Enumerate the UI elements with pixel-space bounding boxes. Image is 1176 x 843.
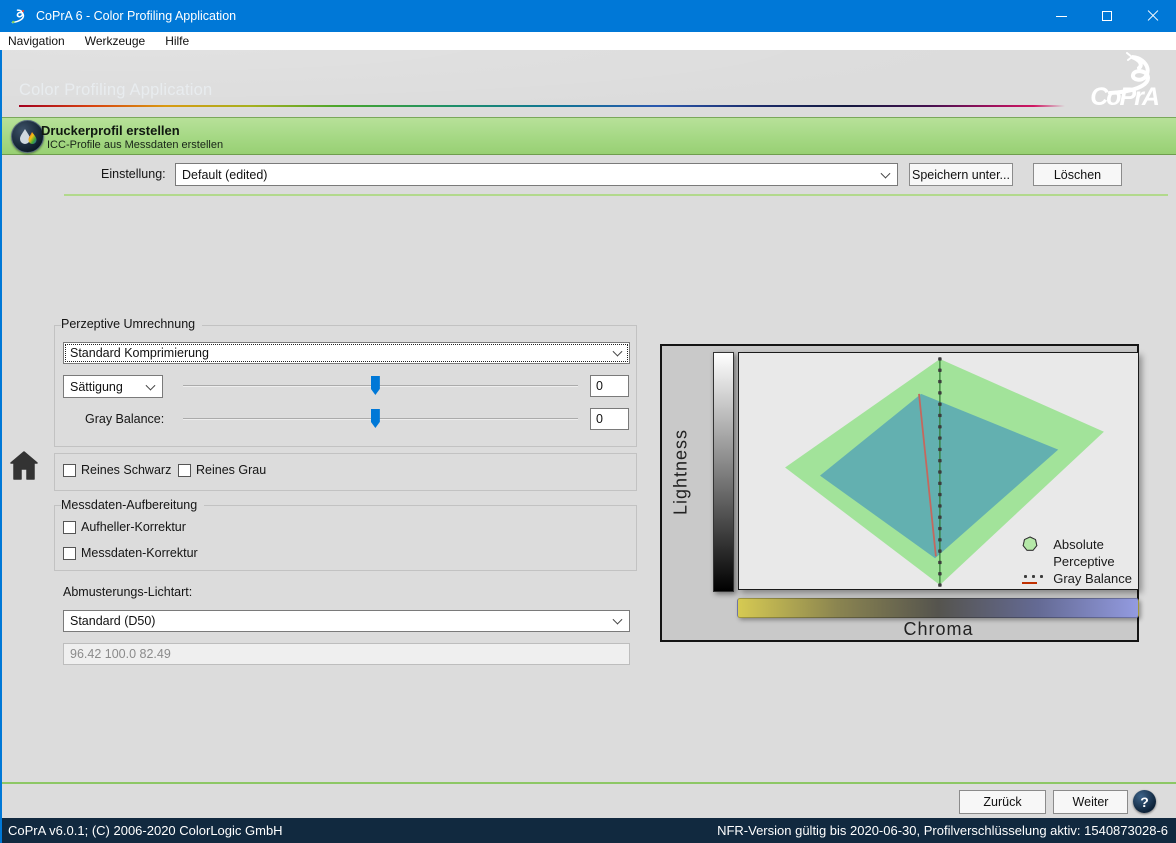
footer-divider — [0, 782, 1176, 784]
measurement-groupbox — [54, 505, 637, 571]
gray-balance-value-input[interactable]: 0 — [590, 408, 629, 430]
settings-label: Einstellung: — [101, 167, 166, 181]
menu-bar: Navigation Werkzeuge Hilfe — [0, 32, 1176, 50]
pure-gray-checkrow: Reines Grau — [178, 463, 266, 477]
window-edge — [0, 50, 2, 843]
save-as-button[interactable]: Speichern unter... — [909, 163, 1013, 186]
status-left: CoPrA v6.0.1; (C) 2006-2020 ColorLogic G… — [8, 823, 283, 838]
legend-row-absolute: Absolute — [1022, 536, 1132, 552]
settings-combo-value: Default (edited) — [182, 168, 267, 182]
saturation-value-input[interactable]: 0 — [590, 375, 629, 397]
measurement-section-title: Messdaten-Aufbereitung — [61, 498, 204, 512]
gray-balance-slider[interactable] — [183, 409, 578, 429]
app-icon — [9, 8, 26, 25]
close-button[interactable] — [1130, 0, 1176, 32]
legend-gray-balance-label: Gray Balance — [1053, 571, 1132, 586]
title-bar: CoPrA 6 - Color Profiling Application — [0, 0, 1176, 32]
saturation-combo-value: Sättigung — [70, 380, 123, 394]
status-right: NFR-Version gültig bis 2020-06-30, Profi… — [717, 823, 1168, 838]
copra-logo-text: CoPrA — [1090, 83, 1158, 112]
pure-black-label: Reines Schwarz — [81, 463, 171, 477]
delete-button[interactable]: Löschen — [1033, 163, 1122, 186]
legend-absolute-label: Absolute — [1053, 537, 1104, 552]
window-title: CoPrA 6 - Color Profiling Application — [36, 9, 236, 23]
status-bar: CoPrA v6.0.1; (C) 2006-2020 ColorLogic G… — [0, 818, 1176, 843]
menu-item-werkzeuge[interactable]: Werkzeuge — [75, 32, 155, 50]
maximize-icon — [1102, 11, 1112, 21]
illuminant-combo-value: Standard (D50) — [70, 614, 155, 628]
gray-balance-slider-thumb[interactable] — [371, 409, 380, 428]
brightener-checkrow: Aufheller-Korrektur — [63, 520, 186, 534]
next-button[interactable]: Weiter — [1053, 790, 1128, 814]
gray-balance-slider-track — [183, 418, 578, 420]
gamut-chart-panel: Lightness Absolute Perceptive — [660, 344, 1139, 642]
chart-legend: Absolute Perceptive Gray Balance — [1022, 536, 1132, 586]
chroma-gradient-bar — [737, 598, 1139, 618]
page-title: Color Profiling Application — [19, 81, 212, 100]
measurement-correction-checkbox[interactable] — [63, 547, 76, 560]
chevron-down-icon — [146, 380, 156, 390]
compression-combo-value: Standard Komprimierung — [70, 346, 209, 360]
brightener-correction-label: Aufheller-Korrektur — [81, 520, 186, 534]
illuminant-combo[interactable]: Standard (D50) — [63, 610, 630, 632]
chevron-down-icon — [881, 168, 891, 178]
maximize-button[interactable] — [1084, 0, 1130, 32]
printer-profile-icon — [11, 120, 44, 153]
saturation-slider-track — [183, 385, 578, 387]
pure-gray-label: Reines Grau — [196, 463, 266, 477]
menu-item-hilfe[interactable]: Hilfe — [155, 32, 199, 50]
chevron-down-icon — [613, 347, 623, 357]
saturation-slider-thumb[interactable] — [371, 376, 380, 395]
legend-row-perceptive: Perceptive — [1022, 553, 1132, 569]
application-window: CoPrA 6 - Color Profiling Application Na… — [0, 0, 1176, 843]
gray-balance-label: Gray Balance: — [85, 412, 164, 426]
chevron-down-icon — [613, 615, 623, 625]
task-title: Druckerprofil erstellen — [41, 123, 180, 138]
compression-combo[interactable]: Standard Komprimierung — [63, 342, 630, 364]
header-banner: Color Profiling Application CoPrA — [0, 50, 1176, 117]
saturation-slider[interactable] — [183, 376, 578, 396]
measurement-correction-label: Messdaten-Korrektur — [81, 546, 198, 560]
help-button[interactable]: ? — [1133, 790, 1156, 813]
lightness-gradient-bar — [713, 352, 734, 592]
whitepoint-field: 96.42 100.0 82.49 — [63, 643, 630, 665]
legend-gray-balance-swatch — [1022, 573, 1039, 584]
settings-divider — [64, 194, 1168, 196]
gamut-plot: Absolute Perceptive Gray Balance — [738, 352, 1139, 590]
minimize-icon — [1056, 16, 1067, 17]
measurement-checkrow: Messdaten-Korrektur — [63, 546, 198, 560]
legend-perceptive-label: Perceptive — [1053, 554, 1114, 569]
settings-combo[interactable]: Default (edited) — [175, 163, 898, 186]
rainbow-divider — [19, 105, 1065, 107]
task-subtitle: ICC-Profile aus Messdaten erstellen — [47, 139, 223, 151]
legend-row-gray-balance: Gray Balance — [1022, 570, 1132, 586]
lightness-axis-label: Lightness — [668, 384, 694, 560]
pure-gray-checkbox[interactable] — [178, 464, 191, 477]
menu-item-navigation[interactable]: Navigation — [0, 32, 75, 50]
saturation-combo[interactable]: Sättigung — [63, 375, 163, 398]
pure-black-checkrow: Reines Schwarz — [63, 463, 171, 477]
perceptual-section-title: Perzeptive Umrechnung — [61, 317, 202, 331]
close-icon — [1147, 10, 1159, 22]
brightener-correction-checkbox[interactable] — [63, 521, 76, 534]
pure-black-checkbox[interactable] — [63, 464, 76, 477]
illuminant-label: Abmusterungs-Lichtart: — [63, 585, 192, 599]
home-button[interactable] — [9, 450, 39, 481]
back-button[interactable]: Zurück — [959, 790, 1046, 814]
minimize-button[interactable] — [1038, 0, 1084, 32]
copra-logo: CoPrA — [1052, 52, 1162, 114]
chroma-axis-label: Chroma — [738, 619, 1139, 640]
task-banner: Druckerprofil erstellen ICC-Profile aus … — [0, 117, 1176, 155]
